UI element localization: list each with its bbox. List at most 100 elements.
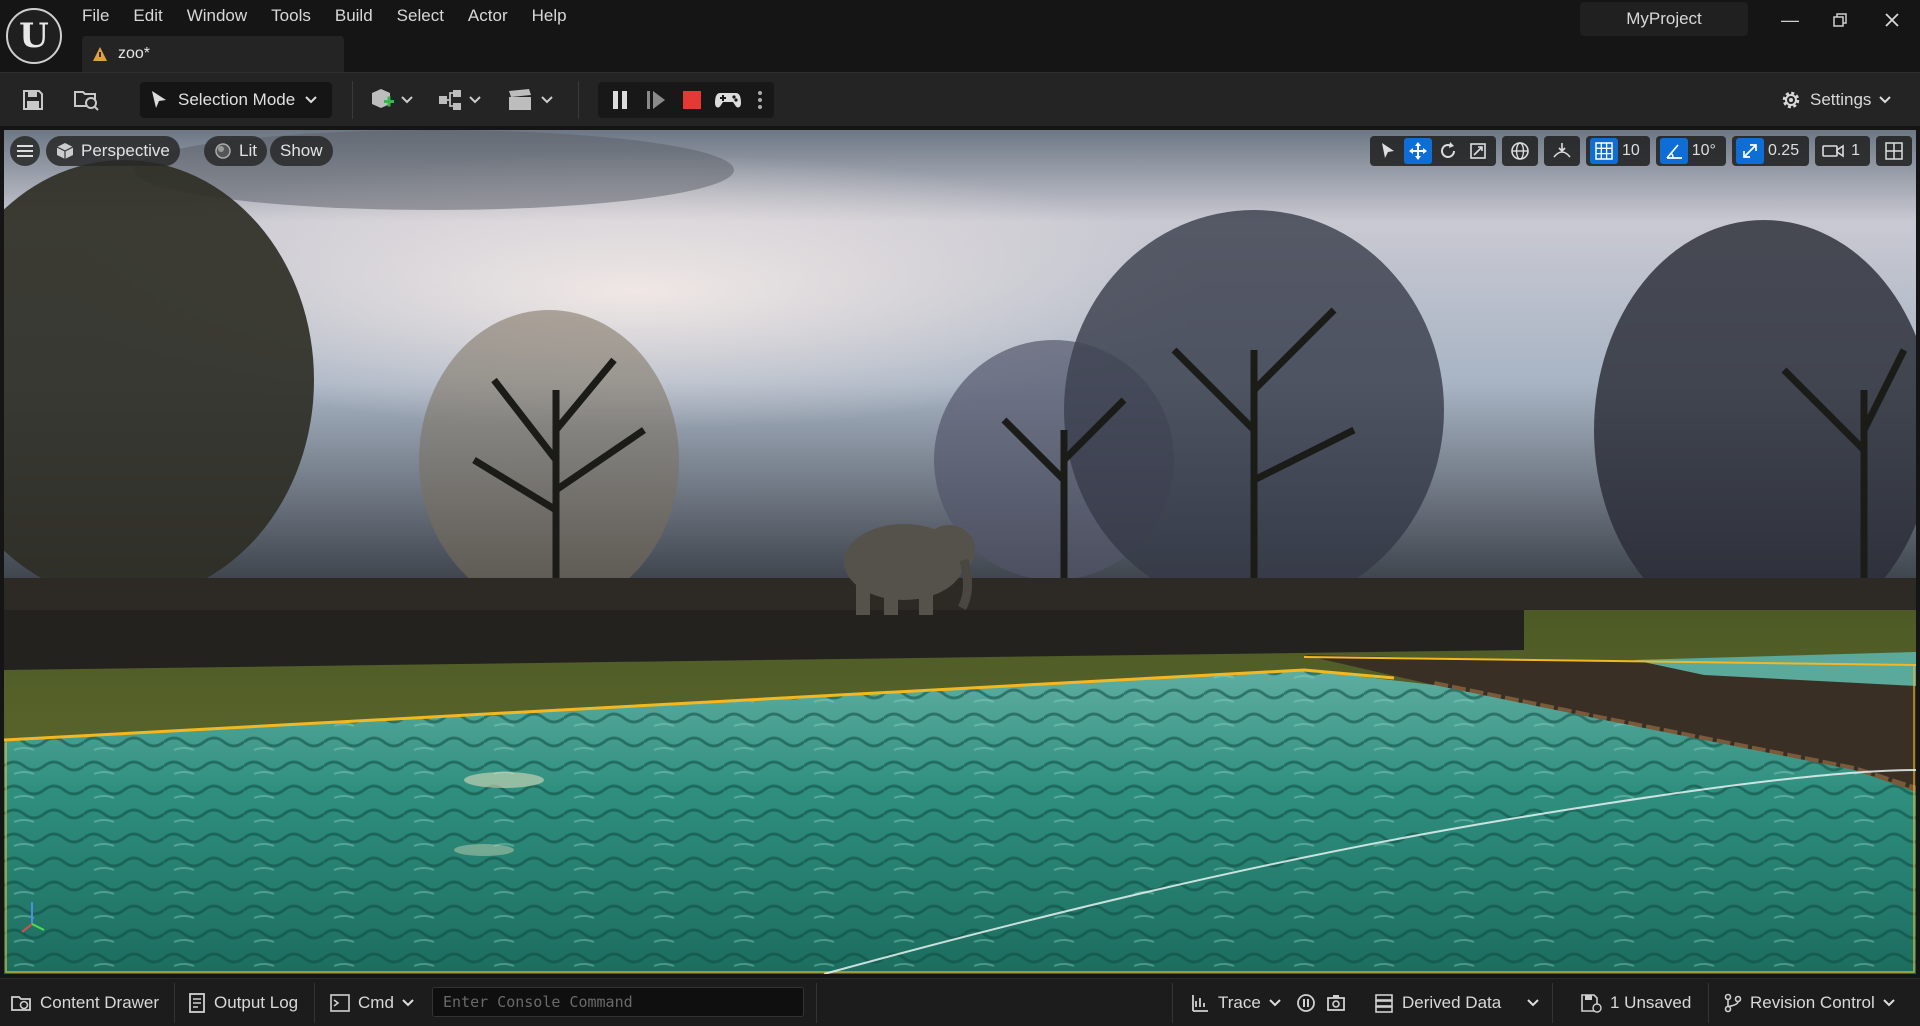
scale-tool-icon[interactable]: [1464, 138, 1492, 164]
chevron-down-icon: [1527, 999, 1539, 1007]
branch-icon: [1724, 993, 1742, 1013]
camera-icon: [1819, 138, 1847, 164]
scene-render: [4, 130, 1916, 974]
more-options-icon[interactable]: [752, 85, 768, 115]
browse-icon[interactable]: [70, 85, 104, 115]
viewport-right-toolbar: 10 10° 0.25 1: [1369, 136, 1912, 166]
perspective-label: Perspective: [81, 141, 170, 160]
grid-snap-icon: [1589, 138, 1618, 164]
chevron-down-icon: [1883, 999, 1895, 1007]
derived-data-dropdown[interactable]: Derived Data: [1374, 987, 1539, 1019]
perspective-dropdown[interactable]: Perspective: [46, 136, 180, 166]
chevron-down-icon: [305, 96, 317, 104]
menu-file[interactable]: File: [70, 0, 121, 30]
toolbar-divider: [578, 81, 579, 119]
menu-actor[interactable]: Actor: [456, 0, 520, 30]
layout-grid-icon: [1880, 138, 1908, 164]
lit-dropdown[interactable]: Lit: [204, 136, 267, 166]
select-tool-icon[interactable]: [1374, 138, 1402, 164]
menu-help[interactable]: Help: [520, 0, 579, 30]
settings-label: Settings: [1810, 90, 1872, 109]
settings-button[interactable]: Settings: [1780, 85, 1892, 115]
axis-gizmo-icon: [21, 902, 45, 933]
chevron-down-icon: [1879, 96, 1892, 104]
globe-icon: [1506, 138, 1534, 164]
cube-icon: [56, 143, 74, 159]
level-icon: [93, 47, 107, 61]
camera-speed-control[interactable]: 1: [1815, 136, 1870, 166]
chevron-down-icon: [1269, 999, 1281, 1007]
frame-skip-icon[interactable]: [642, 85, 670, 115]
console-command-input[interactable]: [432, 987, 804, 1017]
menu-edit[interactable]: Edit: [121, 0, 174, 30]
output-log-button[interactable]: Output Log: [188, 987, 298, 1019]
grid-snap-value: 10: [1621, 142, 1640, 159]
world-local-toggle[interactable]: [1501, 136, 1538, 166]
selection-mode-label: Selection Mode: [178, 90, 296, 109]
unsaved-icon: [1581, 994, 1602, 1013]
derived-data-label: Derived Data: [1402, 993, 1502, 1012]
transform-tools: [1369, 136, 1496, 166]
angle-snap-icon: [1659, 138, 1688, 164]
cmd-dropdown[interactable]: Cmd: [330, 987, 414, 1019]
revision-control-dropdown[interactable]: Revision Control: [1724, 987, 1895, 1019]
main-toolbar: Selection Mode Settings: [0, 72, 1920, 126]
status-bar: Content Drawer Output Log Cmd Trace Deri…: [0, 978, 1920, 1026]
trace-icon: [1192, 995, 1208, 1012]
menu-select[interactable]: Select: [385, 0, 456, 30]
save-icon[interactable]: [18, 85, 48, 115]
restore-icon[interactable]: [1820, 6, 1860, 34]
level-tab[interactable]: zoo*: [82, 36, 344, 72]
close-icon[interactable]: [1872, 6, 1912, 34]
menu-window[interactable]: Window: [175, 0, 259, 30]
grid-snap-control[interactable]: 10: [1585, 136, 1650, 166]
menu-build[interactable]: Build: [323, 0, 385, 30]
content-drawer-icon: [11, 996, 31, 1011]
unreal-logo-icon[interactable]: U: [6, 8, 62, 64]
trace-record-button[interactable]: [1296, 987, 1316, 1019]
blueprint-icon[interactable]: [436, 85, 484, 115]
unsaved-button[interactable]: 1 Unsaved: [1580, 987, 1691, 1019]
level-tab-label: zoo*: [118, 45, 151, 62]
scale-snap-icon: [1735, 138, 1764, 164]
status-divider: [816, 983, 817, 1023]
minimize-icon[interactable]: —: [1770, 6, 1810, 34]
screenshot-button[interactable]: [1326, 987, 1346, 1019]
content-drawer-label: Content Drawer: [40, 993, 160, 1012]
hamburger-icon: [17, 145, 33, 157]
revision-control-label: Revision Control: [1750, 993, 1875, 1012]
level-viewport[interactable]: Perspective Lit Show 10 10° 0.25 1: [4, 130, 1916, 974]
rotation-snap-control[interactable]: 10°: [1655, 136, 1726, 166]
derived-data-icon: [1375, 994, 1393, 1013]
viewport-menu-button[interactable]: [10, 136, 40, 166]
show-label: Show: [280, 141, 323, 160]
cinematics-icon[interactable]: [506, 85, 556, 115]
toolbar-divider: [352, 81, 353, 119]
rotation-snap-value: 10°: [1691, 142, 1716, 159]
scale-snap-control[interactable]: 0.25: [1731, 136, 1810, 166]
menu-bar: File Edit Window Tools Build Select Acto…: [70, 0, 579, 30]
selection-mode-dropdown[interactable]: Selection Mode: [140, 82, 332, 118]
lit-sphere-icon: [215, 143, 231, 159]
translate-tool-icon[interactable]: [1403, 138, 1432, 164]
gamepad-icon[interactable]: [712, 85, 744, 115]
pause-icon[interactable]: [606, 85, 634, 115]
stop-icon[interactable]: [678, 85, 706, 115]
camera-speed-value: 1: [1851, 142, 1860, 159]
cmd-label: Cmd: [358, 993, 394, 1012]
output-log-icon: [189, 993, 205, 1013]
content-drawer-button[interactable]: Content Drawer: [10, 987, 159, 1019]
status-divider: [1172, 983, 1173, 1023]
screenshot-icon: [1327, 995, 1345, 1011]
status-divider: [174, 983, 175, 1023]
trace-dropdown[interactable]: Trace: [1190, 987, 1281, 1019]
rotate-tool-icon[interactable]: [1434, 138, 1462, 164]
surface-snap-toggle[interactable]: [1543, 136, 1580, 166]
viewport-layout-button[interactable]: [1876, 136, 1912, 166]
show-dropdown[interactable]: Show: [270, 136, 333, 166]
project-name: MyProject: [1580, 2, 1748, 36]
status-divider: [1708, 983, 1709, 1023]
add-actor-icon[interactable]: [368, 85, 416, 115]
lit-label: Lit: [239, 141, 257, 160]
menu-tools[interactable]: Tools: [259, 0, 323, 30]
